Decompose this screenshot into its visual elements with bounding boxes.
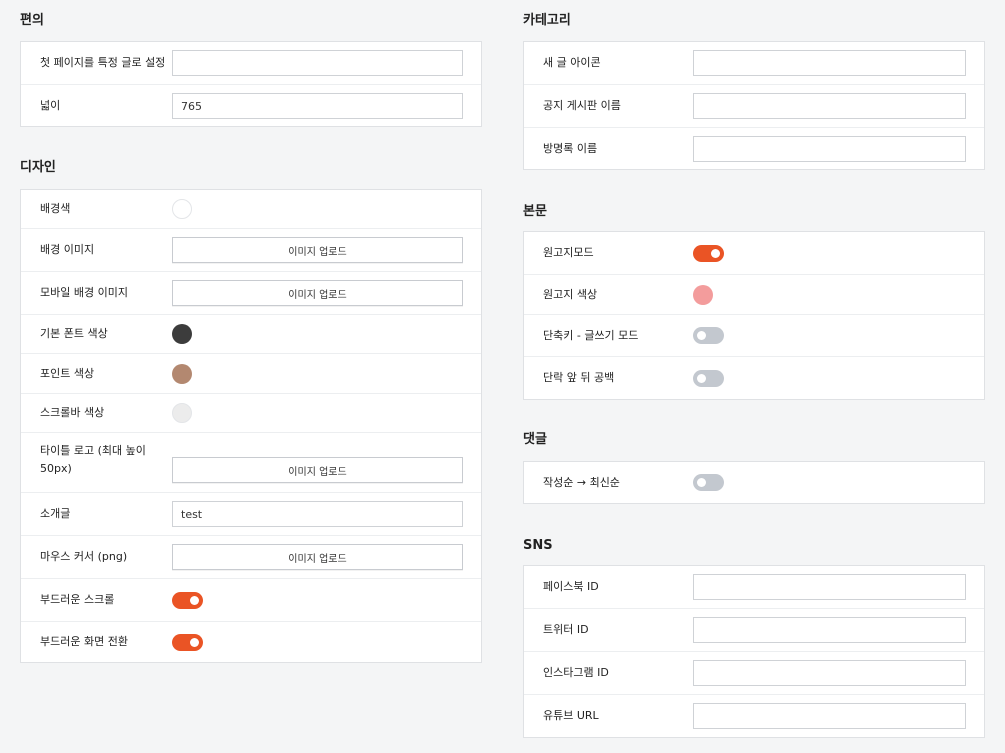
manuscript-mode-toggle[interactable] [693,244,724,262]
setting-row-manuscript-mode: 원고지모드 [524,232,984,275]
setting-row-title-logo: 타이틀 로고 (최대 높이 50px) 이미지 업로드 [21,433,481,493]
setting-row-twitter-id: 트위터 ID [524,609,984,652]
section-title-category: 카테고리 [523,13,571,28]
background-image-label: 배경 이미지 [40,243,95,256]
setting-row-point-color: 포인트 색상 [21,354,481,394]
shortcut-write-mode-label: 단축키 - 글쓰기 모드 [543,328,639,342]
background-color-label: 배경색 [40,202,71,215]
setting-row-font-color: 기본 폰트 색상 [21,315,481,354]
section-title-convenience: 편의 [20,13,44,28]
font-color-swatch[interactable] [172,324,192,344]
guestbook-name-label: 방명록 이름 [543,142,598,155]
title-logo-upload-button[interactable]: 이미지 업로드 [172,457,463,483]
setting-row-mouse-cursor: 마우스 커서 (png) 이미지 업로드 [21,536,481,579]
section-title-sns: SNS [523,538,553,553]
setting-row-instagram-id: 인스타그램 ID [524,652,984,695]
twitter-id-label: 트위터 ID [543,623,589,636]
new-post-icon-input[interactable] [693,50,966,76]
section-title-comments: 댓글 [523,432,547,447]
width-label: 넓이 [40,99,61,112]
section-title-body: 본문 [523,204,547,219]
new-post-icon-label: 새 글 아이콘 [543,56,601,69]
sns-panel: 페이스북 ID 트위터 ID 인스타그램 ID 유튜브 URL [523,565,985,738]
setting-row-shortcut-write-mode: 단축키 - 글쓰기 모드 [524,315,984,357]
mouse-cursor-label: 마우스 커서 (png) [40,550,128,563]
setting-row-intro: 소개글 [21,493,481,536]
setting-row-smooth-transition: 부드러운 화면 전환 [21,622,481,662]
setting-row-facebook-id: 페이스북 ID [524,566,984,609]
setting-row-new-post-icon: 새 글 아이콘 [524,42,984,85]
scrollbar-color-swatch[interactable] [172,403,192,423]
setting-row-guestbook-name: 방명록 이름 [524,128,984,170]
toggle-knob [190,595,199,605]
smooth-transition-label: 부드러운 화면 전환 [40,635,128,648]
smooth-scroll-toggle[interactable] [172,591,203,609]
mobile-background-image-label: 모바일 배경 이미지 [40,286,128,299]
shortcut-write-mode-toggle[interactable] [693,327,724,344]
youtube-url-input[interactable] [693,703,966,729]
point-color-swatch[interactable] [172,363,192,384]
smooth-transition-toggle[interactable] [172,633,203,651]
setting-row-width: 넓이 [21,85,481,127]
setting-row-manuscript-color: 원고지 색상 [524,275,984,315]
comments-panel: 작성순 → 최신순 [523,461,985,504]
toggle-knob [697,478,706,487]
intro-input[interactable] [172,501,463,527]
section-title-design: 디자인 [20,160,56,175]
instagram-id-input[interactable] [693,660,966,686]
setting-row-paragraph-spacing: 단락 앞 뒤 공백 [524,357,984,399]
toggle-knob [711,248,720,258]
first-page-label: 첫 페이지를 특정 글로 설정 [40,56,166,69]
paragraph-spacing-label: 단락 앞 뒤 공백 [543,371,615,384]
mouse-cursor-upload-button[interactable]: 이미지 업로드 [172,544,463,570]
background-image-upload-button[interactable]: 이미지 업로드 [172,237,463,263]
font-color-label: 기본 폰트 색상 [40,327,108,340]
toggle-knob [697,331,706,340]
comment-order-label: 작성순 → 최신순 [543,475,620,489]
background-color-swatch[interactable] [172,199,192,219]
notice-board-name-label: 공지 게시판 이름 [543,99,621,112]
setting-row-background-color: 배경색 [21,190,481,229]
setting-row-scrollbar-color: 스크롤바 색상 [21,394,481,433]
facebook-id-input[interactable] [693,574,966,600]
twitter-id-input[interactable] [693,617,966,643]
comment-order-toggle[interactable] [693,474,724,491]
convenience-panel: 첫 페이지를 특정 글로 설정 넓이 [20,41,482,127]
youtube-url-label: 유튜브 URL [543,709,599,722]
title-logo-label: 타이틀 로고 (최대 높이 50px) [40,444,146,475]
setting-row-first-page: 첫 페이지를 특정 글로 설정 [21,42,481,85]
intro-label: 소개글 [40,507,71,520]
first-page-input[interactable] [172,50,463,76]
notice-board-name-input[interactable] [693,93,966,119]
manuscript-color-label: 원고지 색상 [543,287,598,301]
toggle-knob [697,373,706,383]
toggle-knob [190,637,199,647]
manuscript-color-swatch[interactable] [693,284,713,305]
setting-row-mobile-background-image: 모바일 배경 이미지 이미지 업로드 [21,272,481,315]
width-input[interactable] [172,93,463,119]
guestbook-name-input[interactable] [693,136,966,162]
category-panel: 새 글 아이콘 공지 게시판 이름 방명록 이름 [523,41,985,170]
design-panel: 배경색 배경 이미지 이미지 업로드 모바일 배경 이미지 이미지 업로드 기본… [20,189,482,663]
mobile-background-image-upload-button[interactable]: 이미지 업로드 [172,280,463,306]
smooth-scroll-label: 부드러운 스크롤 [40,593,115,606]
body-panel: 원고지모드 원고지 색상 단축키 - 글쓰기 모드 단락 앞 뒤 공백 [523,231,985,400]
paragraph-spacing-toggle[interactable] [693,369,724,387]
setting-row-background-image: 배경 이미지 이미지 업로드 [21,229,481,272]
instagram-id-label: 인스타그램 ID [543,666,609,679]
setting-row-comment-order: 작성순 → 최신순 [524,462,984,503]
facebook-id-label: 페이스북 ID [543,580,599,593]
setting-row-smooth-scroll: 부드러운 스크롤 [21,579,481,622]
manuscript-mode-label: 원고지모드 [543,246,594,259]
point-color-label: 포인트 색상 [40,366,95,380]
setting-row-notice-board-name: 공지 게시판 이름 [524,85,984,128]
scrollbar-color-label: 스크롤바 색상 [40,406,105,419]
setting-row-youtube-url: 유튜브 URL [524,695,984,737]
